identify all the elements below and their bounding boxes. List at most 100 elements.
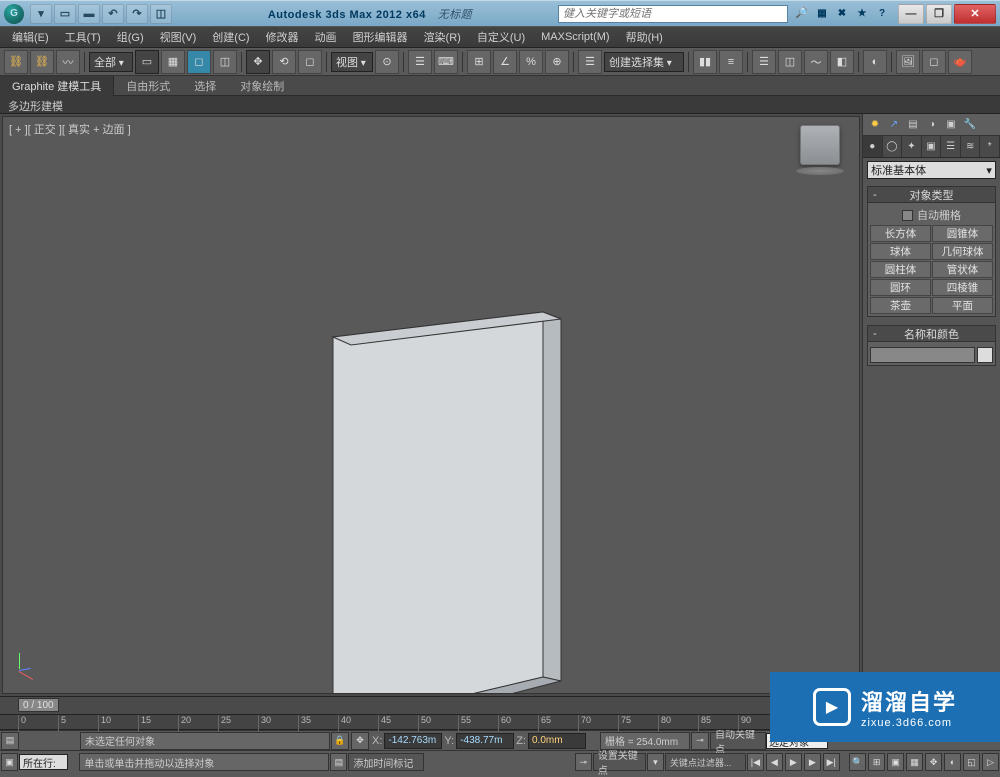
search-input[interactable] <box>558 5 788 23</box>
exchange-icon[interactable]: ✖ <box>834 6 850 22</box>
script-toggle-icon[interactable]: ▣ <box>1 753 18 771</box>
primitive-四棱锥[interactable]: 四棱锥 <box>932 279 993 296</box>
spinner-snap-icon[interactable]: ⊕ <box>545 50 569 74</box>
align-icon[interactable]: ≡ <box>719 50 743 74</box>
comm-center-icon[interactable]: ▤ <box>330 753 347 771</box>
curve-editor-icon[interactable]: 〜 <box>804 50 828 74</box>
coord-z-input[interactable]: 0.0mm <box>528 733 586 749</box>
max-viewport-icon[interactable]: ◱ <box>963 753 980 771</box>
utilities-tab-icon[interactable]: 🔧 <box>962 117 978 133</box>
primitive-圆环[interactable]: 圆环 <box>870 279 931 296</box>
mirror-icon[interactable]: ▮▮ <box>693 50 717 74</box>
layer-manager-icon[interactable]: ☰ <box>752 50 776 74</box>
snap-percent-icon[interactable]: % <box>519 50 543 74</box>
motion-tab-icon[interactable]: ◑ <box>924 117 940 133</box>
named-selection-combo[interactable]: 创建选择集 ▾ <box>604 52 684 72</box>
spacewarps-tab[interactable]: ≋ <box>961 136 981 157</box>
primitive-圆锥体[interactable]: 圆锥体 <box>932 225 993 242</box>
selection-set-btn[interactable]: ☰ <box>578 50 602 74</box>
zoom-extents-all-icon[interactable]: ▦ <box>906 753 923 771</box>
menu-9[interactable]: 自定义(U) <box>469 27 533 47</box>
scale-icon[interactable] <box>298 50 322 74</box>
qat-new-icon[interactable]: ▾ <box>30 4 52 24</box>
object-color-swatch[interactable] <box>977 347 993 363</box>
ribbon-tab-2[interactable]: 选择 <box>182 76 228 96</box>
primitive-平面[interactable]: 平面 <box>932 297 993 314</box>
app-logo[interactable]: G <box>4 4 24 24</box>
auto-grid-checkbox[interactable]: 自动栅格 <box>870 205 993 225</box>
helpers-tab[interactable]: ☰ <box>941 136 961 157</box>
ribbon-tab-1[interactable]: 自由形式 <box>114 76 182 96</box>
zoom-all-icon[interactable]: ⊞ <box>868 753 885 771</box>
ribbon-tab-0[interactable]: Graphite 建模工具 <box>0 76 114 96</box>
menu-7[interactable]: 图形编辑器 <box>345 27 416 47</box>
qat-project-icon[interactable]: ◫ <box>150 4 172 24</box>
infocenter-icon[interactable]: 🔎 <box>794 6 810 22</box>
time-marker[interactable]: 0 / 100 <box>18 698 59 712</box>
rollout-name-color-header[interactable]: - 名称和颜色 <box>868 326 995 342</box>
ribbon-tab-3[interactable]: 对象绘制 <box>228 76 296 96</box>
coord-y-input[interactable]: -438.77m <box>456 733 514 749</box>
systems-tab[interactable]: * <box>980 136 1000 157</box>
viewcube[interactable] <box>793 125 847 179</box>
transform-type-icon[interactable]: ✥ <box>351 732 369 750</box>
primitive-圆柱体[interactable]: 圆柱体 <box>870 261 931 278</box>
orbit-icon[interactable]: ◐ <box>944 753 961 771</box>
maximize-button[interactable]: ❐ <box>926 4 952 24</box>
snap-2d-icon[interactable] <box>467 50 491 74</box>
rollout-object-type-header[interactable]: - 对象类型 <box>868 187 995 203</box>
menu-11[interactable]: 帮助(H) <box>618 27 671 47</box>
viewcube-cube-icon[interactable] <box>800 125 840 165</box>
primitive-球体[interactable]: 球体 <box>870 243 931 260</box>
minimize-button[interactable]: — <box>898 4 924 24</box>
fov-icon[interactable]: ▷ <box>982 753 999 771</box>
lights-tab[interactable]: ✦ <box>902 136 922 157</box>
prev-frame-icon[interactable] <box>766 753 783 771</box>
play-icon[interactable] <box>785 753 802 771</box>
add-time-tag-button[interactable]: 添加时间标记 <box>348 753 424 771</box>
hierarchy-tab-icon[interactable]: ▤ <box>905 117 921 133</box>
menu-0[interactable]: 编辑(E) <box>4 27 57 47</box>
primitive-管状体[interactable]: 管状体 <box>932 261 993 278</box>
snap-angle-icon[interactable]: ∠ <box>493 50 517 74</box>
cameras-tab[interactable]: ▣ <box>922 136 942 157</box>
menu-4[interactable]: 创建(C) <box>204 27 257 47</box>
menu-2[interactable]: 组(G) <box>109 27 152 47</box>
mini-listener-icon[interactable]: ▤ <box>1 732 19 750</box>
menu-1[interactable]: 工具(T) <box>57 27 109 47</box>
coord-x-input[interactable]: -142.763m <box>384 733 442 749</box>
goto-end-icon[interactable] <box>823 753 840 771</box>
box-primitive[interactable] <box>303 267 583 694</box>
menu-3[interactable]: 视图(V) <box>152 27 205 47</box>
lock-selection-icon[interactable] <box>331 732 349 750</box>
viewport-label[interactable]: [ + ][ 正交 ][ 真实 + 边面 ] <box>9 121 131 137</box>
keyboard-shortcut-icon[interactable]: ⌨ <box>434 50 458 74</box>
primitive-几何球体[interactable]: 几何球体 <box>932 243 993 260</box>
help-icon[interactable]: ? <box>874 6 890 22</box>
link-icon[interactable] <box>4 50 28 74</box>
goto-start-icon[interactable] <box>747 753 764 771</box>
menu-8[interactable]: 渲染(R) <box>416 27 469 47</box>
pan-icon[interactable]: ✥ <box>925 753 942 771</box>
close-button[interactable]: ✕ <box>954 4 996 24</box>
render-frame-icon[interactable]: ◻ <box>922 50 946 74</box>
autokey-button[interactable]: 自动关键点 <box>710 732 766 750</box>
zoom-extents-icon[interactable]: ▣ <box>887 753 904 771</box>
pivot-icon[interactable]: ⊙ <box>375 50 399 74</box>
next-frame-icon[interactable]: ▶ <box>804 753 821 771</box>
object-name-input[interactable] <box>870 347 975 363</box>
primitive-长方体[interactable]: 长方体 <box>870 225 931 242</box>
favorites-icon[interactable]: ★ <box>854 6 870 22</box>
undo-icon[interactable] <box>102 4 124 24</box>
qat-open-icon[interactable]: ▭ <box>54 4 76 24</box>
setkey-btn-icon[interactable]: ⊸ <box>575 753 592 771</box>
render-icon[interactable]: 🫖 <box>948 50 972 74</box>
select-manipulate-icon[interactable]: ☰ <box>408 50 432 74</box>
select-object-icon[interactable]: ▭ <box>135 50 159 74</box>
shapes-tab[interactable]: ◯ <box>883 136 903 157</box>
viewport[interactable]: [ + ][ 正交 ][ 真实 + 边面 ] <box>2 116 860 694</box>
setkey-button[interactable]: 设置关键点 <box>593 753 646 771</box>
move-icon[interactable] <box>246 50 270 74</box>
qat-save-icon[interactable]: ▬ <box>78 4 100 24</box>
selection-filter-combo[interactable]: 全部 ▾ <box>89 52 133 72</box>
